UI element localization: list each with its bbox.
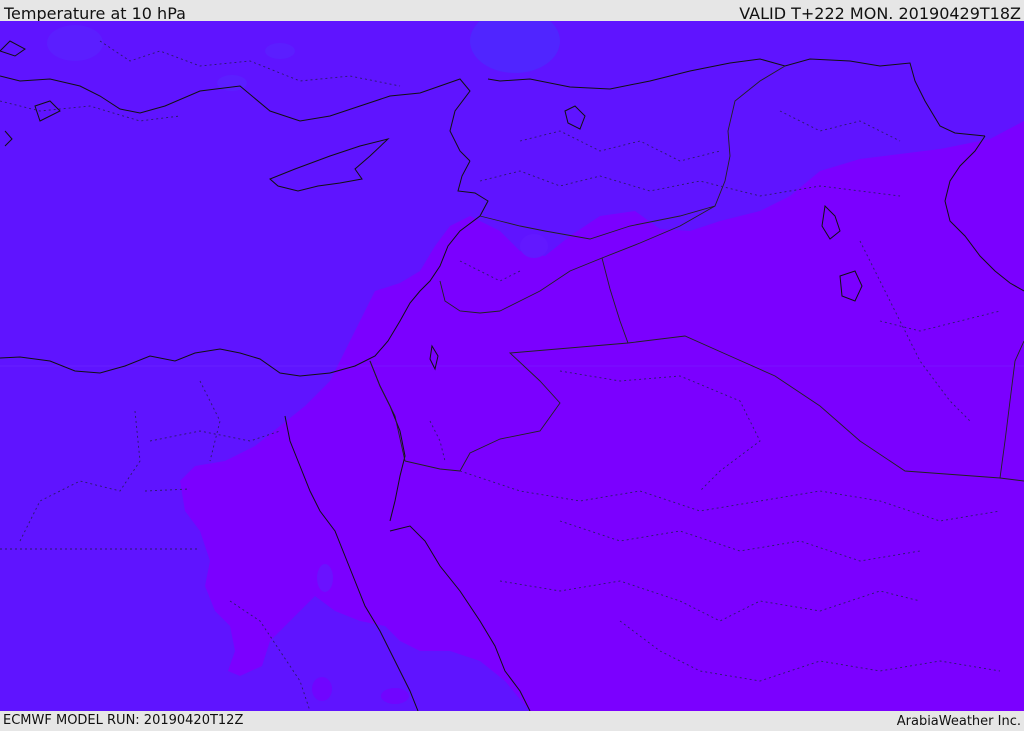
- map-canvas[interactable]: [0, 21, 1024, 711]
- map-footer: ECMWF MODEL RUN: 20190420T12Z ArabiaWeat…: [0, 711, 1024, 729]
- cold-patch: [312, 677, 332, 701]
- cold-patch: [317, 564, 333, 592]
- map-svg: [0, 21, 1024, 711]
- cold-patch: [265, 43, 295, 59]
- map-header: Temperature at 10 hPa VALID T+222 MON. 2…: [0, 0, 1024, 23]
- credit: ArabiaWeather Inc.: [896, 714, 1021, 729]
- model-run: ECMWF MODEL RUN: 20190420T12Z: [3, 713, 244, 728]
- cold-patch: [381, 688, 409, 704]
- cold-patch: [520, 234, 548, 258]
- cold-patch: [47, 25, 103, 61]
